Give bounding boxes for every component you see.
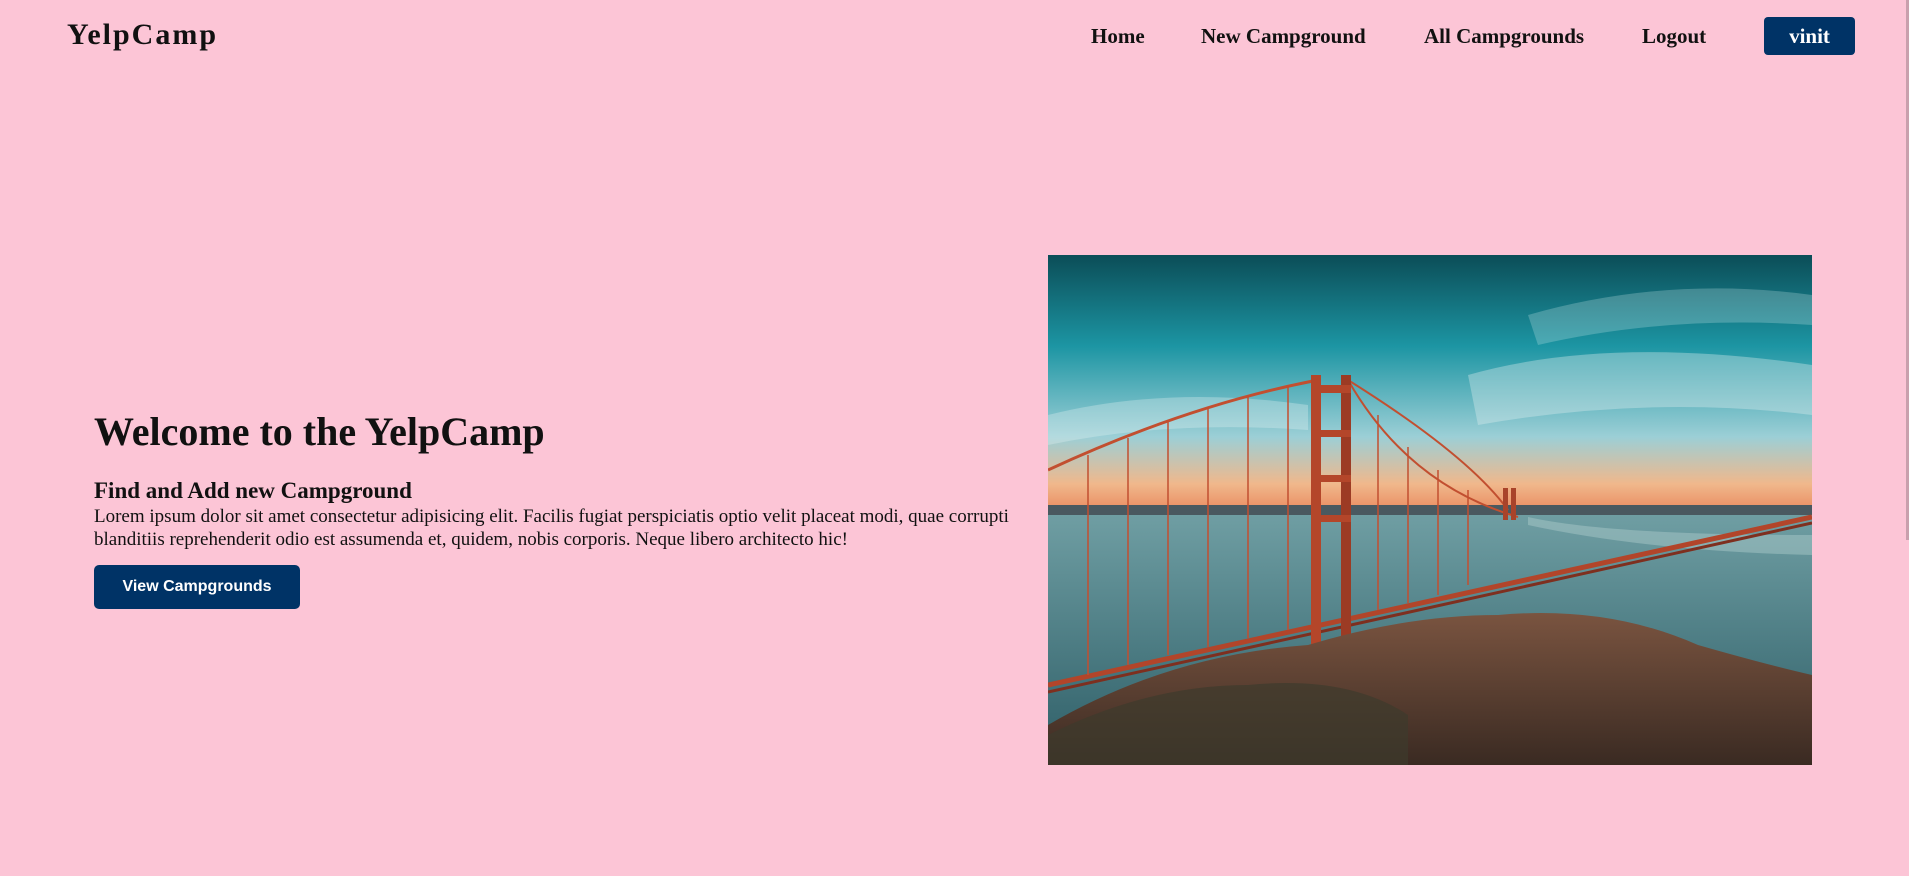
brand-logo[interactable]: YelpCamp [67, 18, 218, 52]
hero-image [1048, 255, 1812, 765]
nav-all-campgrounds-link[interactable]: All Campgrounds [1424, 24, 1584, 49]
view-campgrounds-button[interactable]: View Campgrounds [94, 565, 300, 609]
hero-subtitle: Find and Add new Campground [94, 478, 412, 503]
hero-title: Welcome to the YelpCamp [94, 409, 545, 454]
nav-logout-link[interactable]: Logout [1642, 24, 1706, 49]
navbar: YelpCamp Home New Campground All Campgro… [0, 0, 1909, 72]
golden-gate-bridge-illustration [1048, 255, 1812, 765]
hero-description: Lorem ipsum dolor sit amet consectetur a… [94, 506, 1009, 550]
nav-new-campground-link[interactable]: New Campground [1201, 24, 1366, 49]
user-button[interactable]: vinit [1764, 17, 1855, 55]
nav-home-link[interactable]: Home [1091, 24, 1145, 49]
